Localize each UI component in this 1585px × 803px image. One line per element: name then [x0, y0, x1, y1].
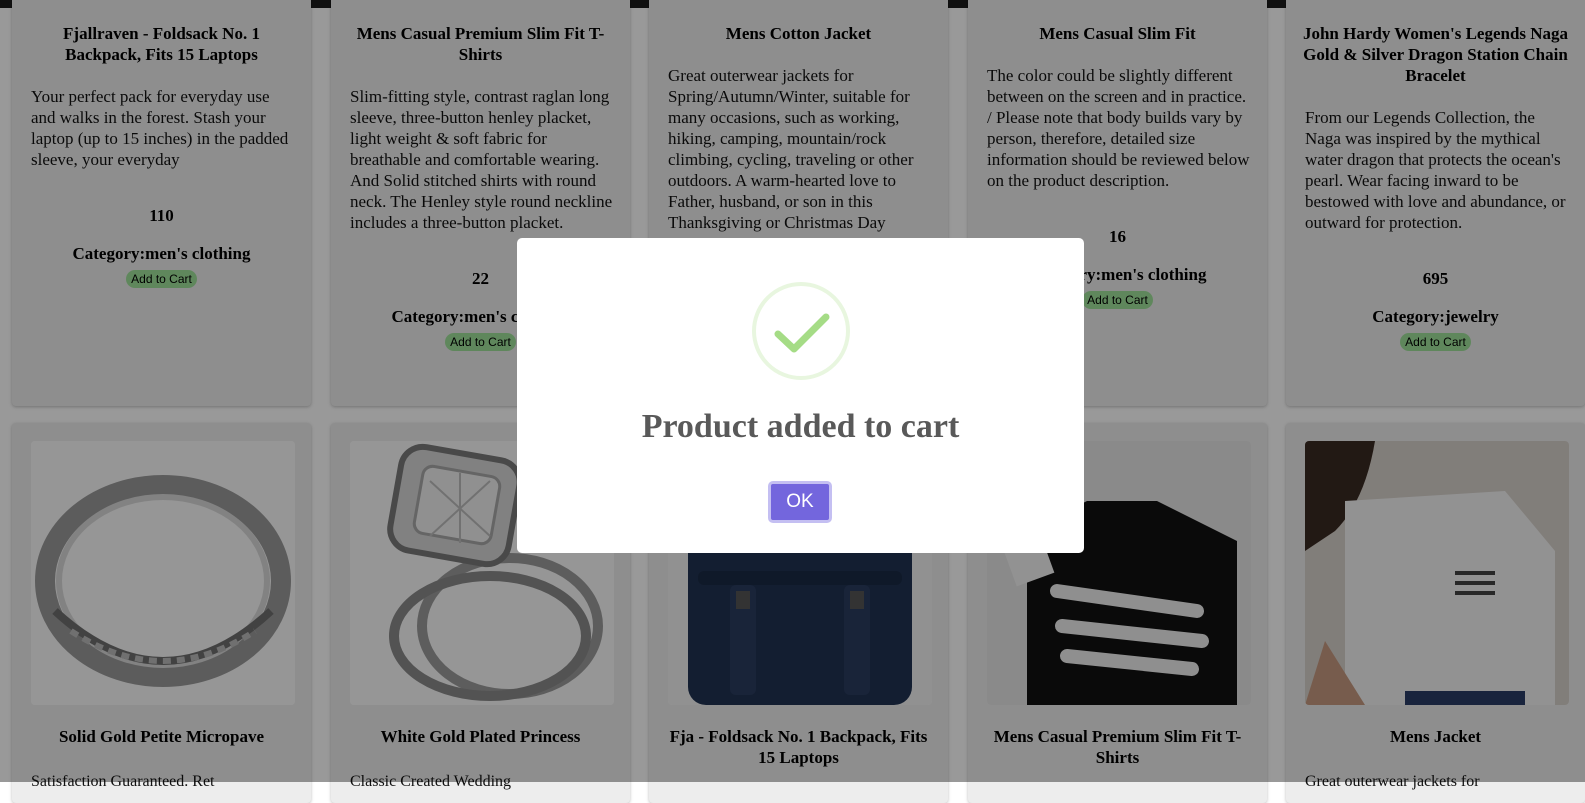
success-check-icon: [752, 282, 850, 380]
dialog-title: Product added to cart: [641, 408, 960, 445]
success-dialog: Product added to cart OK: [517, 238, 1084, 553]
checkmark-icon: [774, 313, 830, 353]
ok-button[interactable]: OK: [768, 481, 832, 523]
